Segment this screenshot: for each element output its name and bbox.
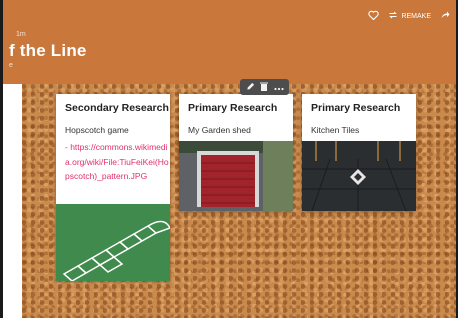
share-button[interactable]: [440, 10, 450, 22]
share-icon: [440, 10, 450, 22]
post-subtitle: Hopscotch game: [65, 125, 129, 135]
pencil-icon: [246, 78, 255, 96]
delete-post-button[interactable]: [258, 81, 270, 93]
post-action-toolbar: [240, 79, 289, 95]
more-icon: [274, 78, 284, 96]
hopscotch-image: [56, 204, 170, 281]
padlet-board: 1m f the Line e REMAKE Secondary Researc…: [0, 0, 458, 318]
remake-icon: [388, 10, 398, 22]
heart-icon: [368, 10, 380, 22]
edit-post-button[interactable]: [244, 81, 256, 93]
board-title: f the Line: [9, 41, 87, 60]
more-options-button[interactable]: [273, 81, 285, 93]
board-actions: REMAKE: [368, 9, 450, 23]
post-link[interactable]: - https://commons.wikimedia.org/wiki/Fil…: [65, 140, 170, 184]
board-subtitle: e: [9, 62, 13, 69]
post-card-garden-shed[interactable]: Primary Research My Garden shed: [179, 94, 293, 211]
post-subtitle: Kitchen Tiles: [311, 125, 360, 135]
post-card-secondary-research[interactable]: Secondary Research Hopscotch game - http…: [56, 94, 170, 281]
remake-label: REMAKE: [401, 12, 431, 20]
board-header: 1m f the Line e REMAKE: [3, 0, 456, 84]
like-button[interactable]: [368, 10, 380, 22]
post-title: Primary Research: [311, 102, 401, 114]
trash-icon: [260, 78, 269, 96]
board-timestamp: 1m: [16, 31, 26, 38]
post-subtitle: My Garden shed: [188, 125, 251, 135]
post-card-kitchen-tiles[interactable]: Primary Research Kitchen Tiles: [302, 94, 416, 211]
post-title: Primary Research: [188, 102, 278, 114]
post-title: Secondary Research: [65, 102, 169, 114]
kitchen-tiles-image: [302, 141, 416, 211]
remake-button[interactable]: REMAKE: [388, 10, 431, 22]
garage-door-image: [179, 141, 293, 211]
